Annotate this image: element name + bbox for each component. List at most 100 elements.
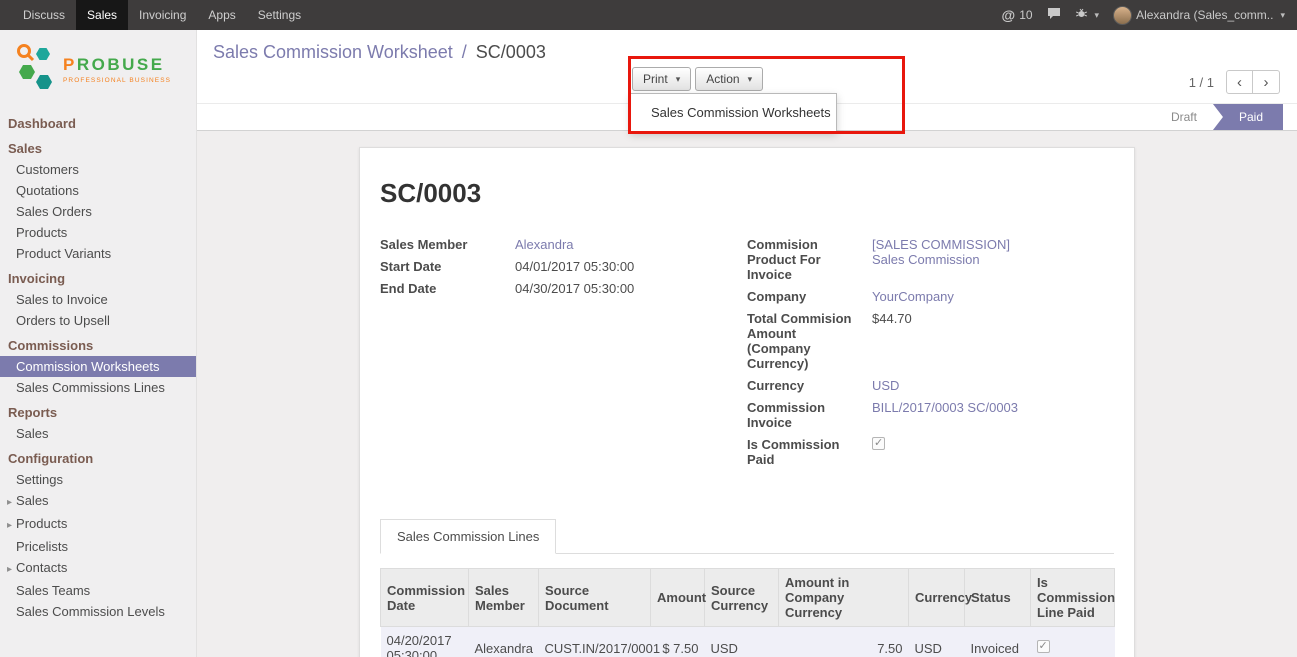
field-value-sales-member[interactable]: Alexandra <box>515 237 574 252</box>
print-button[interactable]: Print ▾ <box>632 67 691 91</box>
column-header-is-commission-line-paid[interactable]: Is Commission Line Paid <box>1031 569 1115 627</box>
field-label: Commision Product For Invoice <box>747 237 872 282</box>
user-name: Alexandra (Sales_comm.. <box>1136 8 1273 22</box>
print-dropdown-menu: Sales Commission Worksheets <box>630 93 837 132</box>
mention-icon: @ <box>1002 7 1016 23</box>
field-row-sales-member: Sales MemberAlexandra <box>380 237 747 252</box>
field-row-total-commision-amount-company-currency: Total Commision Amount (Company Currency… <box>747 311 1114 371</box>
field-label: Is Commission Paid <box>747 437 872 467</box>
sidebar-section-reports[interactable]: Reports <box>0 401 196 423</box>
probuse-logo[interactable]: PROBUSE PROFESSIONAL BUSINESS <box>0 30 196 109</box>
checkbox-line-paid <box>1037 640 1050 653</box>
field-value-total-commision-amount-company-currency: $44.70 <box>872 311 912 371</box>
field-row-end-date: End Date04/30/2017 05:30:00 <box>380 281 747 296</box>
sidebar-item-commission-worksheets[interactable]: Commission Worksheets <box>0 356 196 377</box>
main-area: Sales Commission Worksheet / SC/0003 Pri… <box>197 30 1297 657</box>
sidebar-item-sales-orders[interactable]: Sales Orders <box>0 201 196 222</box>
menu-item-sales-commission-worksheets[interactable]: Sales Commission Worksheets <box>631 98 836 127</box>
table-cell <box>1031 627 1115 657</box>
status-step-draft[interactable]: Draft <box>1155 104 1213 130</box>
field-value-currency[interactable]: USD <box>872 378 899 393</box>
sidebar-section-commissions[interactable]: Commissions <box>0 334 196 356</box>
field-row-start-date: Start Date04/01/2017 05:30:00 <box>380 259 747 274</box>
field-label: Commission Invoice <box>747 400 872 430</box>
sidebar-section-invoicing[interactable]: Invoicing <box>0 267 196 289</box>
topbar-menu-apps[interactable]: Apps <box>197 0 246 30</box>
user-avatar <box>1113 6 1132 25</box>
sidebar-item-contacts[interactable]: ▸Contacts <box>0 557 196 580</box>
control-panel: Sales Commission Worksheet / SC/0003 Pri… <box>197 30 1297 103</box>
column-header-currency[interactable]: Currency <box>909 569 965 627</box>
sidebar-item-orders-to-upsell[interactable]: Orders to Upsell <box>0 310 196 331</box>
breadcrumb-parent-link[interactable]: Sales Commission Worksheet <box>213 42 453 62</box>
status-step-paid[interactable]: Paid <box>1213 104 1283 130</box>
user-menu[interactable]: Alexandra (Sales_comm.. ▾ <box>1113 6 1285 25</box>
top-navigation-bar: DiscussSalesInvoicingAppsSettings @ 10 <box>0 0 1297 30</box>
chevron-down-icon: ▾ <box>1095 10 1100 21</box>
field-row-is-commission-paid: Is Commission Paid <box>747 437 1114 467</box>
lines-table: Commission DateSales MemberSource Docume… <box>380 568 1115 657</box>
column-header-status[interactable]: Status <box>965 569 1031 627</box>
field-value-company[interactable]: YourCompany <box>872 289 954 304</box>
sidebar-item-sales[interactable]: Sales <box>0 423 196 444</box>
field-group-right: Commision Product For Invoice[SALES COMM… <box>747 237 1114 474</box>
sidebar-item-products[interactable]: ▸Products <box>0 513 196 536</box>
action-button[interactable]: Action ▾ <box>695 67 763 91</box>
sidebar-item-sales[interactable]: ▸Sales <box>0 490 196 513</box>
mentions-button[interactable]: @ 10 <box>1002 7 1033 23</box>
record-title: SC/0003 <box>380 178 1114 209</box>
sidebar-item-pricelists[interactable]: Pricelists <box>0 536 196 557</box>
sidebar-section-sales[interactable]: Sales <box>0 137 196 159</box>
topbar-menu-invoicing[interactable]: Invoicing <box>128 0 197 30</box>
logo-title: PROBUSE <box>63 55 171 75</box>
sidebar-item-products[interactable]: Products <box>0 222 196 243</box>
table-cell: 7.50 <box>779 627 909 657</box>
chevron-left-icon: ‹ <box>1237 74 1242 91</box>
sidebar-item-sales-to-invoice[interactable]: Sales to Invoice <box>0 289 196 310</box>
field-value-commision-product-for-invoice[interactable]: [SALES COMMISSION] Sales Commission <box>872 237 1042 282</box>
sidebar-section-configuration[interactable]: Configuration <box>0 447 196 469</box>
chevron-down-icon: ▾ <box>676 74 681 85</box>
topbar-menu-discuss[interactable]: Discuss <box>12 0 76 30</box>
sidebar-menu: DashboardSalesCustomersQuotationsSales O… <box>0 112 196 622</box>
table-cell: Alexandra <box>469 627 539 657</box>
field-label: Company <box>747 289 872 304</box>
column-header-amount-in-company-currency[interactable]: Amount in Company Currency <box>779 569 909 627</box>
column-header-source-document[interactable]: Source Document <box>539 569 651 627</box>
messages-button[interactable] <box>1047 7 1061 23</box>
table-row[interactable]: 04/20/2017 05:30:00AlexandraCUST.IN/2017… <box>381 627 1115 657</box>
field-label: Total Commision Amount (Company Currency… <box>747 311 872 371</box>
notebook-tabs: Sales Commission Lines <box>380 518 1114 554</box>
sidebar-item-customers[interactable]: Customers <box>0 159 196 180</box>
column-header-sales-member[interactable]: Sales Member <box>469 569 539 627</box>
breadcrumb: Sales Commission Worksheet / SC/0003 <box>213 42 546 63</box>
column-header-source-currency[interactable]: Source Currency <box>705 569 779 627</box>
column-header-amount[interactable]: Amount <box>651 569 705 627</box>
sidebar-item-sales-commission-levels[interactable]: Sales Commission Levels <box>0 601 196 622</box>
tab-sales-commission-lines[interactable]: Sales Commission Lines <box>380 519 556 554</box>
probuse-logo-mark <box>14 42 56 97</box>
field-groups: Sales MemberAlexandra Start Date04/01/201… <box>380 237 1114 474</box>
topbar-menu-settings[interactable]: Settings <box>247 0 312 30</box>
sidebar-item-sales-teams[interactable]: Sales Teams <box>0 580 196 601</box>
column-header-commission-date[interactable]: Commission Date <box>381 569 469 627</box>
field-row-commission-invoice: Commission InvoiceBILL/2017/0003 SC/0003 <box>747 400 1114 430</box>
field-row-company: CompanyYourCompany <box>747 289 1114 304</box>
field-row-commision-product-for-invoice: Commision Product For Invoice[SALES COMM… <box>747 237 1114 282</box>
sidebar-item-sales-commissions-lines[interactable]: Sales Commissions Lines <box>0 377 196 398</box>
checkbox-is-commission-paid <box>872 437 885 450</box>
field-value-commission-invoice[interactable]: BILL/2017/0003 SC/0003 <box>872 400 1018 430</box>
field-label: Start Date <box>380 259 515 274</box>
pager-next-button[interactable]: › <box>1253 70 1280 94</box>
pager-previous-button[interactable]: ‹ <box>1226 70 1253 94</box>
topbar-menu-sales[interactable]: Sales <box>76 0 128 30</box>
debug-menu-button[interactable]: ▾ <box>1075 7 1100 23</box>
sidebar: PROBUSE PROFESSIONAL BUSINESS Dashboard S… <box>0 30 197 657</box>
sidebar-item-settings[interactable]: Settings <box>0 469 196 490</box>
table-cell: Invoiced <box>965 627 1031 657</box>
sidebar-section-dashboard[interactable]: Dashboard <box>0 112 196 134</box>
sidebar-item-quotations[interactable]: Quotations <box>0 180 196 201</box>
field-label: End Date <box>380 281 515 296</box>
sidebar-item-product-variants[interactable]: Product Variants <box>0 243 196 264</box>
logo-subtitle: PROFESSIONAL BUSINESS <box>63 77 171 84</box>
